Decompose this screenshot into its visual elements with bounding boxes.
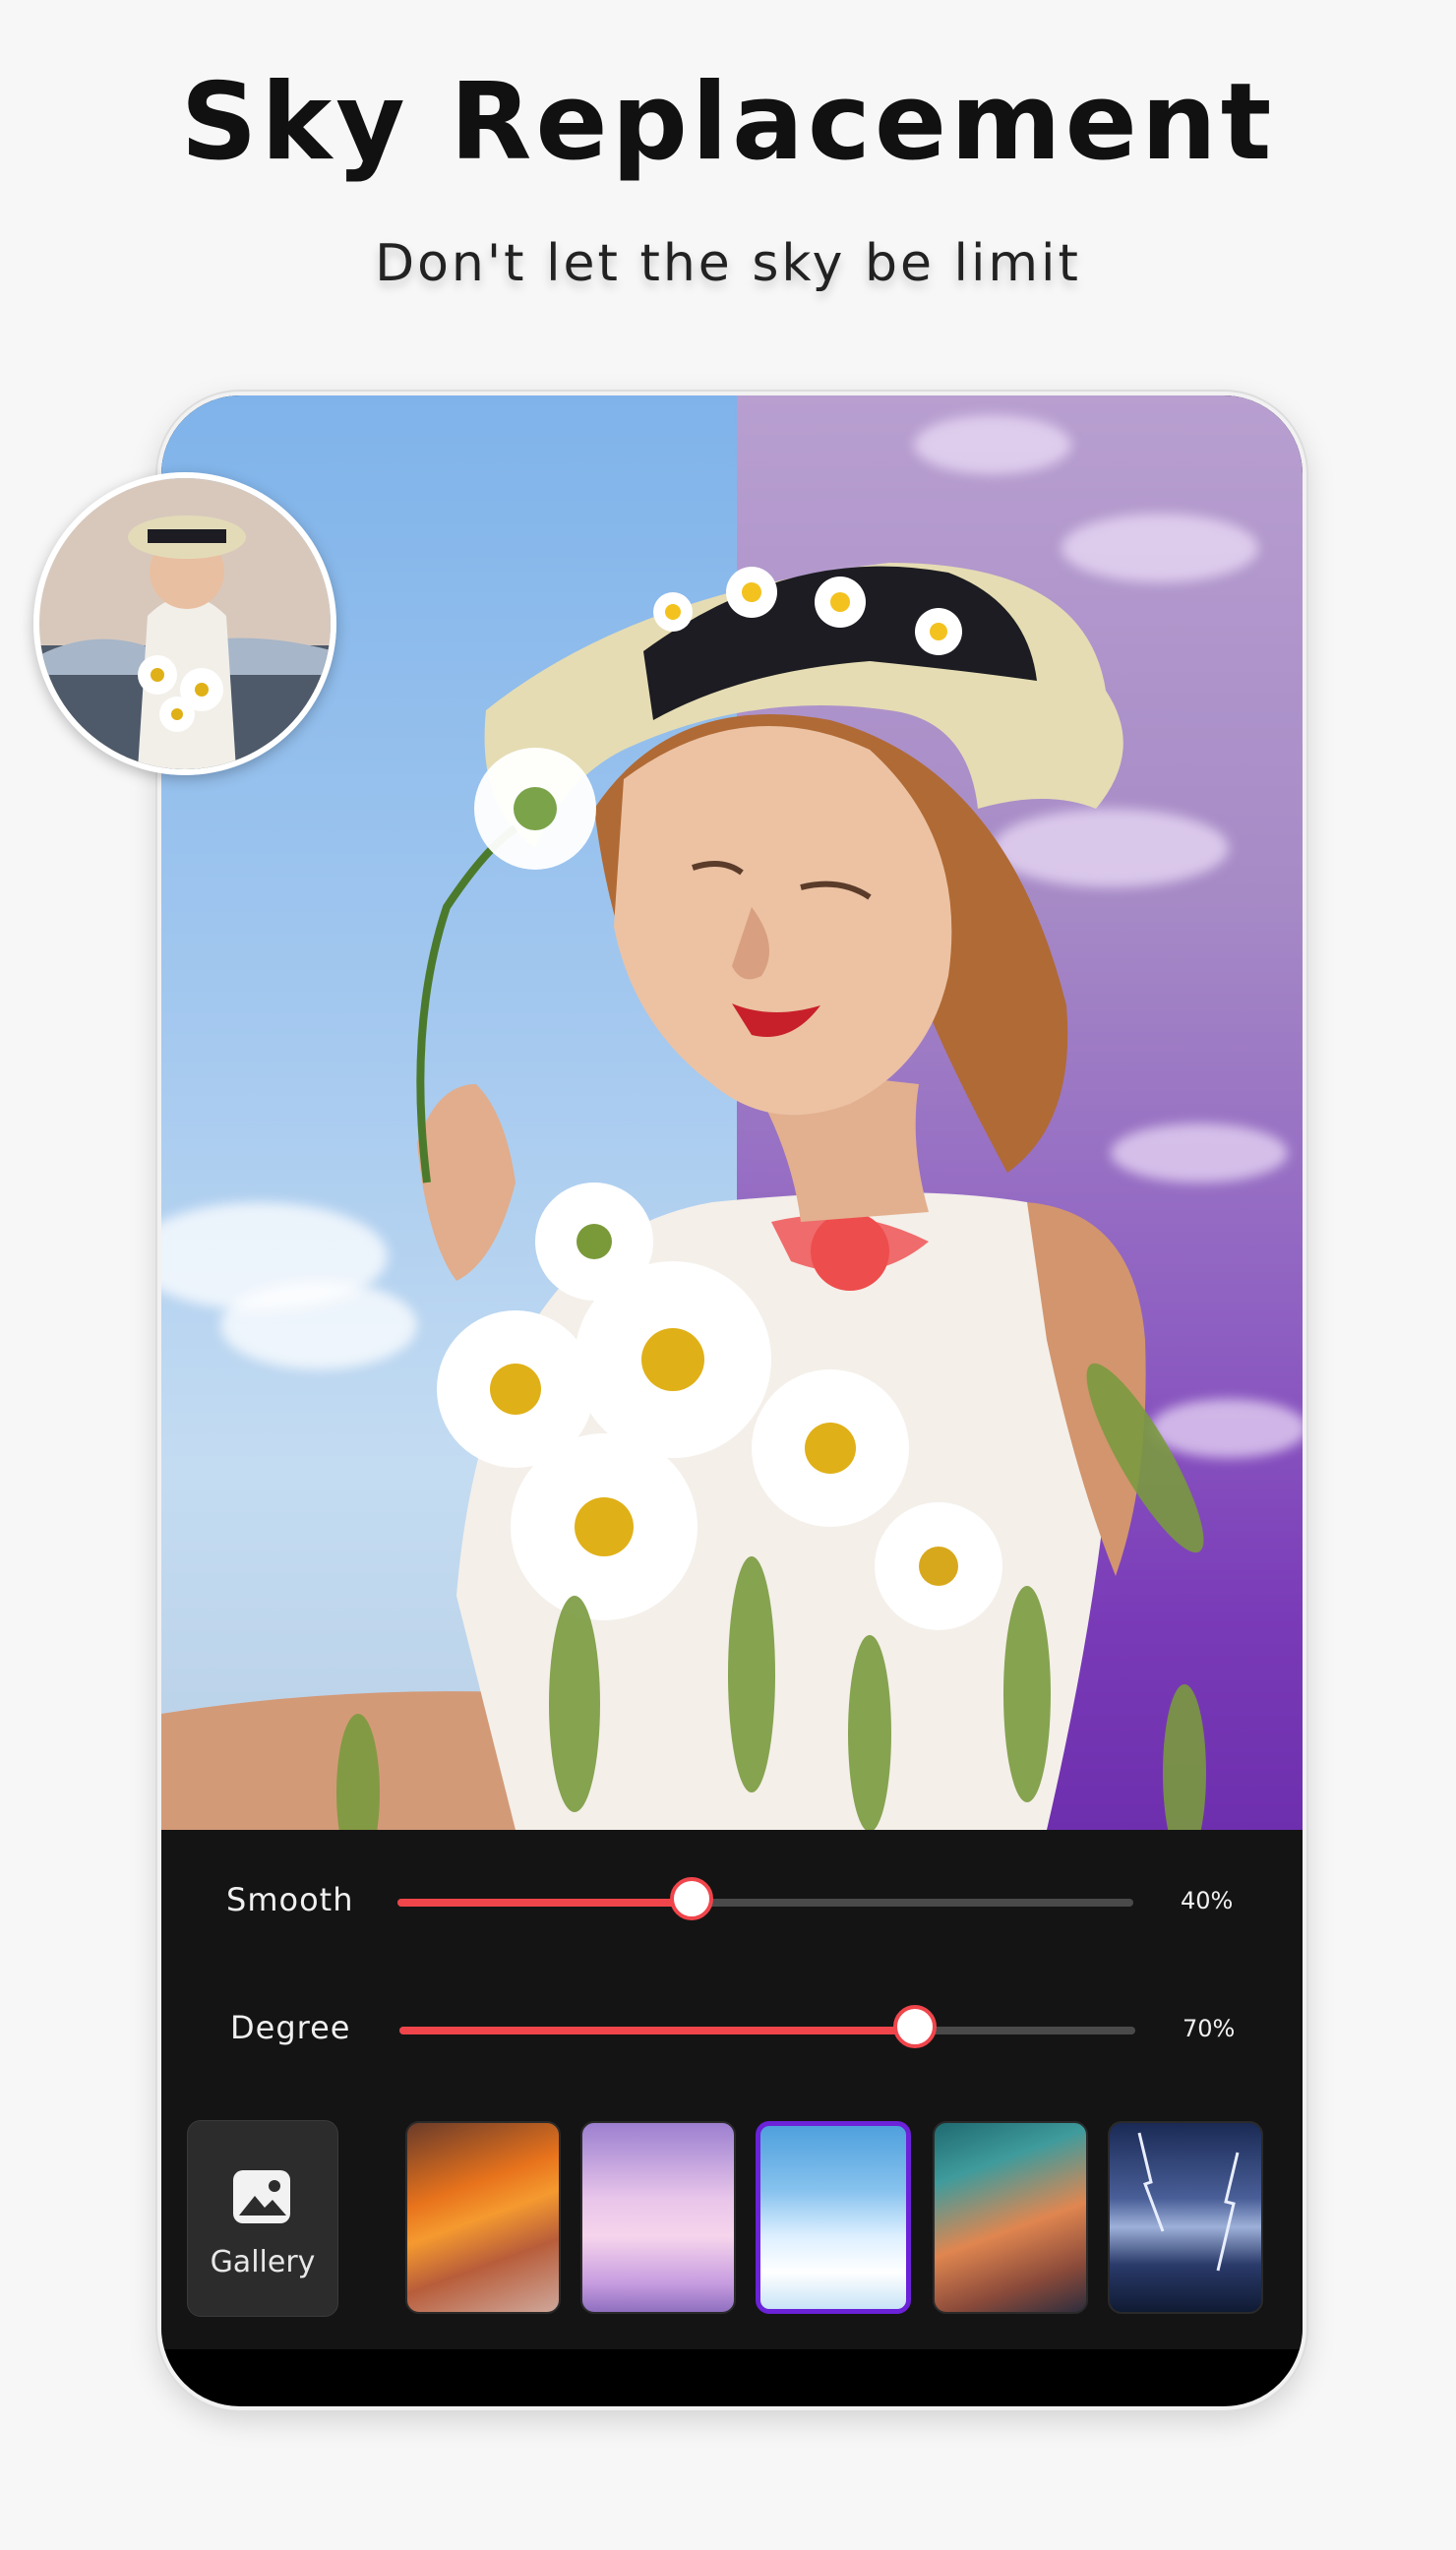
degree-label: Degree [230,2009,351,2046]
degree-value: 70% [1183,2015,1236,2042]
lightning-icon [1137,2132,1240,2272]
smooth-slider[interactable] [397,1877,1133,1920]
sky-preset-blue-sky-clouds[interactable] [756,2121,911,2314]
phone-mockup: Smooth 40% Degree 70% [157,392,1306,2410]
image-icon [233,2170,290,2223]
smooth-slider-handle[interactable] [670,1877,714,1920]
gallery-label: Gallery [210,2245,316,2279]
page-title: Sky Replacement [180,61,1276,184]
smooth-label: Smooth [226,1881,354,1918]
original-photo-thumbnail [39,478,331,769]
sky-preset-sunset-fire-clouds[interactable] [405,2121,561,2314]
page-subtitle: Don't let the sky be limit [375,234,1081,293]
sky-preset-lightning-night[interactable] [1108,2121,1263,2314]
sky-preset-dramatic-storm-sunset[interactable] [933,2121,1088,2314]
smooth-slider-fill [397,1899,693,1907]
smooth-value: 40% [1181,1887,1234,1914]
sky-preset-pink-cotton-clouds[interactable] [580,2121,736,2314]
degree-slider-handle[interactable] [892,2005,937,2048]
degree-slider-fill [399,2027,915,2034]
degree-slider[interactable] [399,2005,1135,2048]
original-photo-avatar [33,472,336,775]
gallery-button[interactable]: Gallery [187,2120,338,2317]
